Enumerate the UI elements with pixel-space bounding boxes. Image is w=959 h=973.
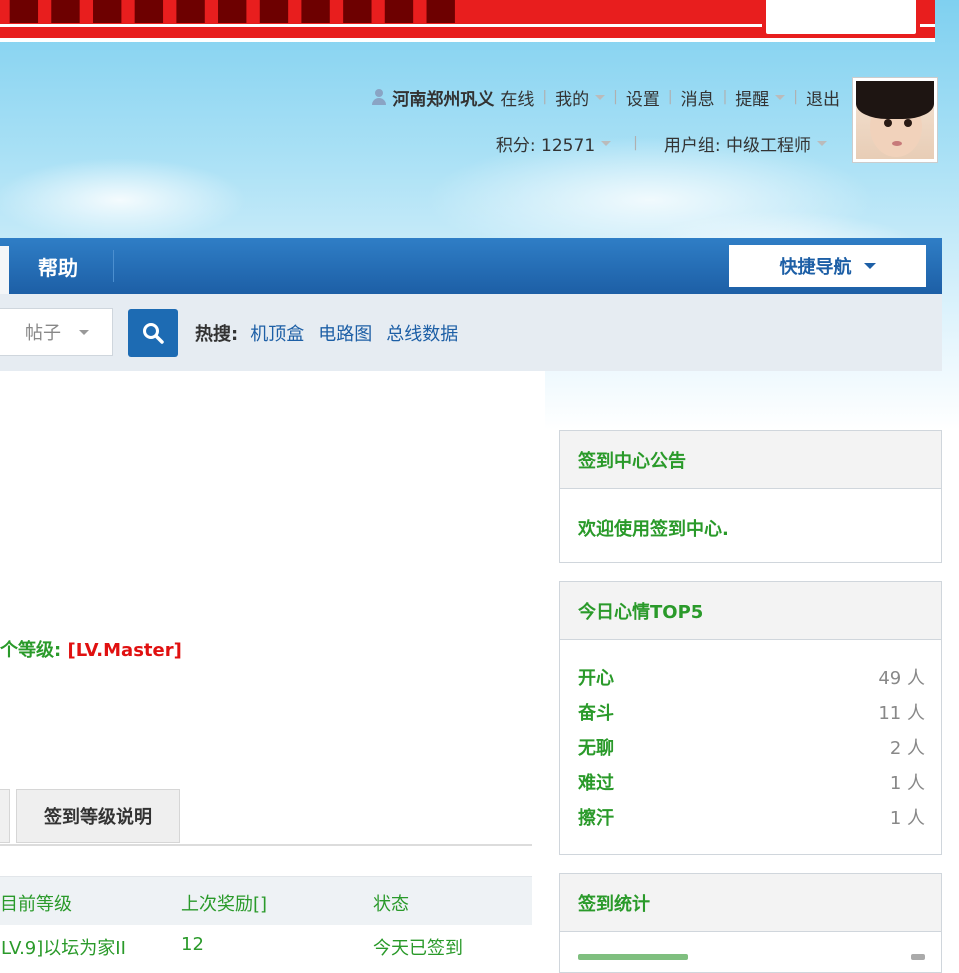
status-cell: 今天已签到 (373, 938, 463, 959)
user-group-link[interactable]: 用户组: 中级工程师 (664, 131, 811, 156)
chevron-down-icon[interactable] (817, 140, 827, 146)
table-row: [LV.9]以坛为家II 12 今天已签到 (0, 924, 532, 964)
list-item: 奋斗 11 人 (578, 694, 925, 729)
hot-keyword-link[interactable]: 机顶盒 (250, 320, 304, 346)
avatar-image (856, 81, 934, 159)
list-item: 开心 49 人 (578, 659, 925, 694)
stats-row-partial (578, 952, 925, 962)
search-bar: 帖子 热搜: 机顶盒 电路图 总线数据 (0, 294, 942, 371)
tab-level-description[interactable]: 签到等级说明 (16, 789, 180, 843)
nav-help-link[interactable]: 帮助 (38, 252, 78, 281)
online-status: 在线 (500, 89, 535, 110)
mood-name: 无聊 (578, 737, 614, 759)
column-header-level: 目前等级 (0, 894, 72, 915)
chevron-down-icon[interactable] (775, 94, 786, 100)
chevron-down-icon (79, 329, 89, 335)
banner-graphic: ▇▆▇▅▇▆▇▅▇▆▇ (10, 0, 469, 23)
caret-down-icon (863, 263, 876, 269)
divider: | (667, 89, 673, 105)
hot-keyword-link[interactable]: 总线数据 (386, 320, 458, 346)
username-link[interactable]: 河南郑州巩义 (392, 85, 494, 110)
search-button[interactable] (128, 309, 178, 357)
next-level-info: 个等级: [LV.Master] (0, 636, 182, 662)
mood-count: 49 人 (878, 667, 925, 689)
table-header: 目前等级 上次奖励[] 状态 (0, 876, 532, 925)
hot-search: 热搜: 机顶盒 电路图 总线数据 (195, 320, 472, 346)
level-cell: [LV.9]以坛为家II (0, 938, 126, 959)
user-toolbar: 河南郑州巩义 在线 | 我的 | 设置 | 消息 | 提醒 | 退出 (370, 84, 840, 110)
hot-search-label: 热搜: (195, 324, 239, 345)
divider: | (613, 89, 618, 105)
quick-nav-button[interactable]: 快捷导航 (729, 245, 926, 287)
reward-cell: 12 (181, 934, 204, 955)
divider: | (542, 89, 548, 105)
list-item: 难过 1 人 (578, 764, 925, 799)
mood-count: 1 人 (889, 807, 925, 829)
nav-tab-active[interactable] (0, 246, 9, 294)
next-level-value: [LV.Master] (67, 640, 182, 661)
mood-panel: 今日心情TOP5 开心 49 人 奋斗 11 人 无聊 2 人 难过 1 人 擦… (559, 581, 942, 855)
mood-count: 2 人 (889, 737, 925, 759)
divider: | (722, 89, 728, 105)
mood-title: 今日心情TOP5 (560, 582, 941, 640)
search-icon (143, 323, 164, 344)
reminders-link[interactable]: 提醒 (735, 85, 769, 110)
search-type-label: 帖子 (25, 323, 61, 344)
list-item: 无聊 2 人 (578, 729, 925, 764)
logout-link[interactable]: 退出 (806, 85, 840, 110)
list-item: 擦汗 1 人 (578, 799, 925, 834)
mood-name: 难过 (578, 772, 614, 794)
chevron-down-icon[interactable] (601, 140, 612, 146)
column-header-status: 状态 (373, 894, 409, 915)
signin-tabs: 签到等级说明 (0, 789, 532, 846)
search-type-select[interactable]: 帖子 (0, 308, 113, 356)
mood-name: 擦汗 (578, 807, 614, 829)
notice-title: 签到中心公告 (560, 431, 941, 489)
tab-label: 签到等级说明 (44, 807, 152, 828)
points-link[interactable]: 积分: 12571 (496, 131, 595, 156)
banner-box (762, 0, 920, 38)
divider: | (793, 89, 798, 105)
hot-keyword-link[interactable]: 电路图 (318, 320, 372, 346)
mood-name: 奋斗 (578, 702, 614, 724)
stats-title: 签到统计 (560, 874, 941, 932)
chevron-down-icon[interactable] (595, 94, 606, 100)
mood-name: 开心 (578, 667, 614, 689)
quick-nav-label: 快捷导航 (779, 257, 852, 278)
mood-count: 11 人 (878, 702, 925, 724)
main-content (0, 371, 545, 959)
stats-panel: 签到统计 (559, 873, 942, 973)
avatar[interactable] (852, 77, 938, 163)
main-nav-bar: 帮助 快捷导航 (0, 238, 942, 294)
settings-link[interactable]: 设置 (626, 85, 660, 110)
mood-count: 1 人 (889, 772, 925, 794)
notice-panel: 签到中心公告 欢迎使用签到中心. (559, 430, 942, 563)
user-icon (370, 88, 388, 106)
my-menu-link[interactable]: 我的 (555, 85, 589, 110)
tab-previous[interactable] (0, 789, 10, 843)
divider: | (633, 135, 638, 151)
user-stats: 积分: 12571 | 用户组: 中级工程师 (496, 130, 827, 156)
site-banner-logo: ▇▆▇▅▇▆▇▅▇▆▇ (0, 0, 935, 42)
notice-text: 欢迎使用签到中心. (578, 519, 729, 540)
column-header-reward: 上次奖励[] (181, 894, 268, 915)
nav-divider (113, 250, 114, 282)
next-level-prefix: 个等级: (0, 640, 68, 661)
messages-link[interactable]: 消息 (681, 85, 715, 110)
